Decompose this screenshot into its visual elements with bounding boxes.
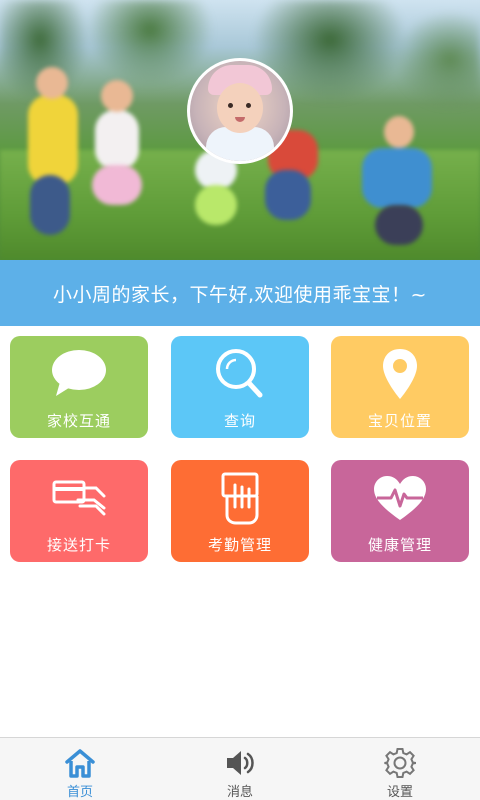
tile-search[interactable]: 查询 — [171, 336, 309, 438]
bottom-nav: 首页 消息 设置 — [0, 737, 480, 800]
tile-label: 家校互通 — [46, 412, 111, 430]
avatar[interactable] — [187, 58, 293, 164]
child-figure — [30, 175, 70, 235]
nav-settings[interactable]: 设置 — [320, 738, 480, 800]
child-figure — [375, 205, 423, 245]
tile-label: 查询 — [223, 412, 256, 430]
welcome-banner: 小小周的家长，下午好,欢迎使用乖宝宝！~ — [0, 260, 480, 326]
nav-label: 首页 — [66, 785, 93, 800]
child-figure — [92, 165, 142, 205]
tile-label: 接送打卡 — [46, 536, 111, 554]
chat-bubble-icon — [49, 346, 109, 402]
heartbeat-icon — [370, 470, 430, 526]
card-hand-icon — [49, 470, 109, 526]
nav-home[interactable]: 首页 — [0, 738, 160, 800]
nav-label: 设置 — [386, 785, 413, 800]
tile-home-school[interactable]: 家校互通 — [10, 336, 148, 438]
attendance-hand-icon — [210, 470, 270, 526]
tile-pickup-checkin[interactable]: 接送打卡 — [10, 460, 148, 562]
header-photo — [0, 0, 480, 260]
location-pin-icon — [370, 346, 430, 402]
speaker-icon — [223, 747, 257, 779]
child-figure — [95, 80, 139, 170]
child-figure — [28, 67, 78, 185]
search-icon — [210, 346, 270, 402]
tile-health[interactable]: 健康管理 — [331, 460, 469, 562]
tile-attendance[interactable]: 考勤管理 — [171, 460, 309, 562]
child-figure — [362, 116, 432, 208]
welcome-text: 小小周的家长，下午好,欢迎使用乖宝宝！~ — [53, 283, 427, 306]
nav-messages[interactable]: 消息 — [160, 738, 320, 800]
nav-label: 消息 — [226, 785, 253, 800]
child-figure — [195, 185, 237, 225]
home-icon — [63, 747, 97, 779]
tile-label: 宝贝位置 — [367, 412, 432, 430]
tile-baby-location[interactable]: 宝贝位置 — [331, 336, 469, 438]
child-figure — [265, 170, 311, 220]
tile-label: 考勤管理 — [207, 536, 272, 554]
gear-icon — [383, 747, 417, 779]
tile-label: 健康管理 — [367, 536, 432, 554]
child-avatar — [190, 61, 290, 161]
